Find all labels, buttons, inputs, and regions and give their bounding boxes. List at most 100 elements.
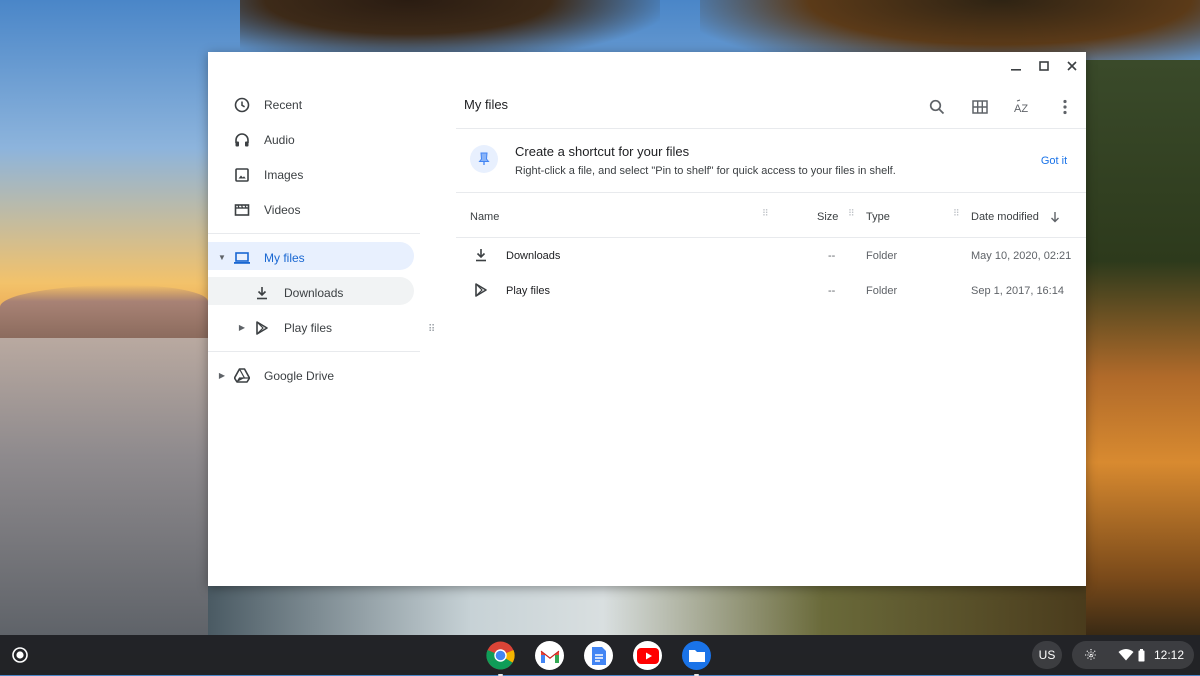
network-icon	[1084, 649, 1097, 661]
clock-time: 12:12	[1153, 648, 1184, 662]
column-resize-handle[interactable]: ⠿	[762, 209, 770, 218]
wallpaper-cliff	[1086, 60, 1200, 635]
column-header-size[interactable]: Size	[817, 211, 838, 223]
status-tray[interactable]: 12:12	[1072, 641, 1194, 669]
sidebar-divider	[208, 351, 420, 352]
sidebar-item-audio[interactable]: Audio	[208, 122, 422, 157]
sidebar-item-label: Recent	[264, 97, 303, 112]
file-date: May 10, 2020, 02:21	[971, 250, 1072, 262]
shelf: US 12:12	[0, 635, 1200, 676]
shortcut-tip-banner: Create a shortcut for your files Right-c…	[456, 128, 1086, 193]
chrome-app[interactable]	[486, 641, 515, 676]
sort-descending-icon[interactable]	[1050, 211, 1060, 223]
video-icon	[233, 201, 251, 219]
more-vert-icon	[1063, 99, 1067, 115]
maximize-button[interactable]	[1030, 52, 1058, 80]
download-icon	[253, 284, 271, 302]
table-row[interactable]: Downloads -- Folder May 10, 2020, 02:21	[456, 238, 1086, 273]
wifi-icon	[1118, 649, 1134, 661]
sidebar-item-label: Play files	[284, 320, 333, 335]
sidebar-item-label: Google Drive	[264, 368, 335, 383]
files-app[interactable]	[682, 641, 711, 676]
file-date: Sep 1, 2017, 16:14	[971, 285, 1064, 297]
docs-app[interactable]	[584, 641, 613, 670]
wallpaper-sea	[0, 338, 208, 635]
pinned-apps	[486, 641, 711, 676]
wallpaper-hills	[0, 285, 208, 340]
download-icon	[474, 248, 488, 262]
ime-indicator[interactable]: US	[1032, 641, 1062, 669]
collapse-arrow-icon[interactable]: ▼	[216, 253, 228, 262]
close-icon	[1067, 61, 1077, 71]
youtube-app[interactable]	[633, 641, 662, 670]
column-header-name[interactable]: Name	[470, 211, 499, 223]
svg-text:AZ: AZ	[1014, 103, 1028, 115]
ime-label: US	[1038, 648, 1056, 662]
minimize-icon	[1011, 69, 1021, 71]
minimize-button[interactable]	[1002, 52, 1030, 80]
main-panel: My files AZ Create a shortcut for your f…	[456, 87, 1086, 297]
file-name: Play files	[506, 285, 551, 297]
column-header-type[interactable]: Type	[866, 211, 890, 223]
navigation-sidebar: Recent Audio Images Videos ▼ My files Do…	[208, 87, 422, 393]
table-row[interactable]: Play files -- Folder Sep 1, 2017, 16:14	[456, 273, 1086, 308]
youtube-icon	[636, 647, 659, 664]
file-size: --	[828, 285, 836, 297]
sidebar-item-label: Videos	[264, 202, 301, 217]
drive-icon	[233, 367, 251, 385]
sidebar-item-label: Images	[264, 167, 304, 182]
folder-icon	[688, 649, 705, 662]
headphones-icon	[233, 131, 251, 149]
sidebar-item-label: Audio	[264, 132, 295, 147]
gmail-app[interactable]	[535, 641, 564, 670]
wallpaper-trees	[240, 0, 660, 60]
more-options-button[interactable]	[1051, 93, 1079, 121]
sidebar-divider	[208, 233, 420, 234]
wallpaper-shore	[208, 586, 1086, 635]
column-resize-handle[interactable]: ⠿	[848, 209, 856, 218]
sidebar-item-label: My files	[264, 250, 305, 265]
maximize-icon	[1039, 61, 1049, 71]
expand-arrow-icon[interactable]: ▶	[216, 371, 228, 380]
sidebar-resize-handle[interactable]: ⠿	[428, 325, 436, 340]
file-name: Downloads	[506, 250, 561, 262]
launcher-button[interactable]	[8, 643, 32, 667]
sidebar-item-play-files[interactable]: ▶ Play files	[208, 310, 422, 345]
play-icon	[253, 319, 271, 337]
sort-az-icon: AZ	[1014, 99, 1028, 115]
file-type: Folder	[866, 285, 898, 297]
sidebar-item-images[interactable]: Images	[208, 157, 422, 192]
file-type: Folder	[866, 250, 898, 262]
expand-arrow-icon[interactable]: ▶	[236, 323, 248, 332]
image-icon	[233, 166, 251, 184]
file-list-header: Name ⠿ Size ⠿ Type ⠿ Date modified	[456, 199, 1086, 238]
play-icon	[474, 283, 488, 297]
clock-icon	[233, 96, 251, 114]
sidebar-item-my-files[interactable]: ▼ My files	[208, 240, 422, 275]
sidebar-item-downloads[interactable]: Downloads	[208, 275, 422, 310]
sort-button[interactable]: AZ	[1008, 93, 1036, 121]
column-resize-handle[interactable]: ⠿	[953, 209, 961, 218]
file-size: --	[828, 250, 836, 262]
launcher-icon	[12, 647, 28, 663]
sidebar-item-label: Downloads	[284, 285, 344, 300]
battery-icon	[1138, 648, 1145, 661]
got-it-button[interactable]: Got it	[1022, 150, 1086, 172]
page-title: My files	[464, 97, 509, 112]
sidebar-item-google-drive[interactable]: ▶ Google Drive	[208, 358, 422, 393]
grid-view-button[interactable]	[966, 93, 994, 121]
sidebar-item-videos[interactable]: Videos	[208, 192, 422, 227]
search-icon	[929, 99, 945, 115]
files-app-window: Recent Audio Images Videos ▼ My files Do…	[208, 52, 1086, 586]
chrome-icon	[486, 641, 515, 670]
column-header-date[interactable]: Date modified	[971, 211, 1039, 223]
pin-shelf-icon	[470, 145, 498, 173]
close-button[interactable]	[1058, 52, 1086, 80]
grid-view-icon	[972, 100, 988, 114]
sidebar-item-recent[interactable]: Recent	[208, 87, 422, 122]
banner-text: Right-click a file, and select "Pin to s…	[515, 165, 896, 177]
window-caption-buttons	[1002, 52, 1086, 80]
search-button[interactable]	[923, 93, 951, 121]
laptop-icon	[233, 249, 251, 267]
banner-title: Create a shortcut for your files	[515, 144, 690, 159]
